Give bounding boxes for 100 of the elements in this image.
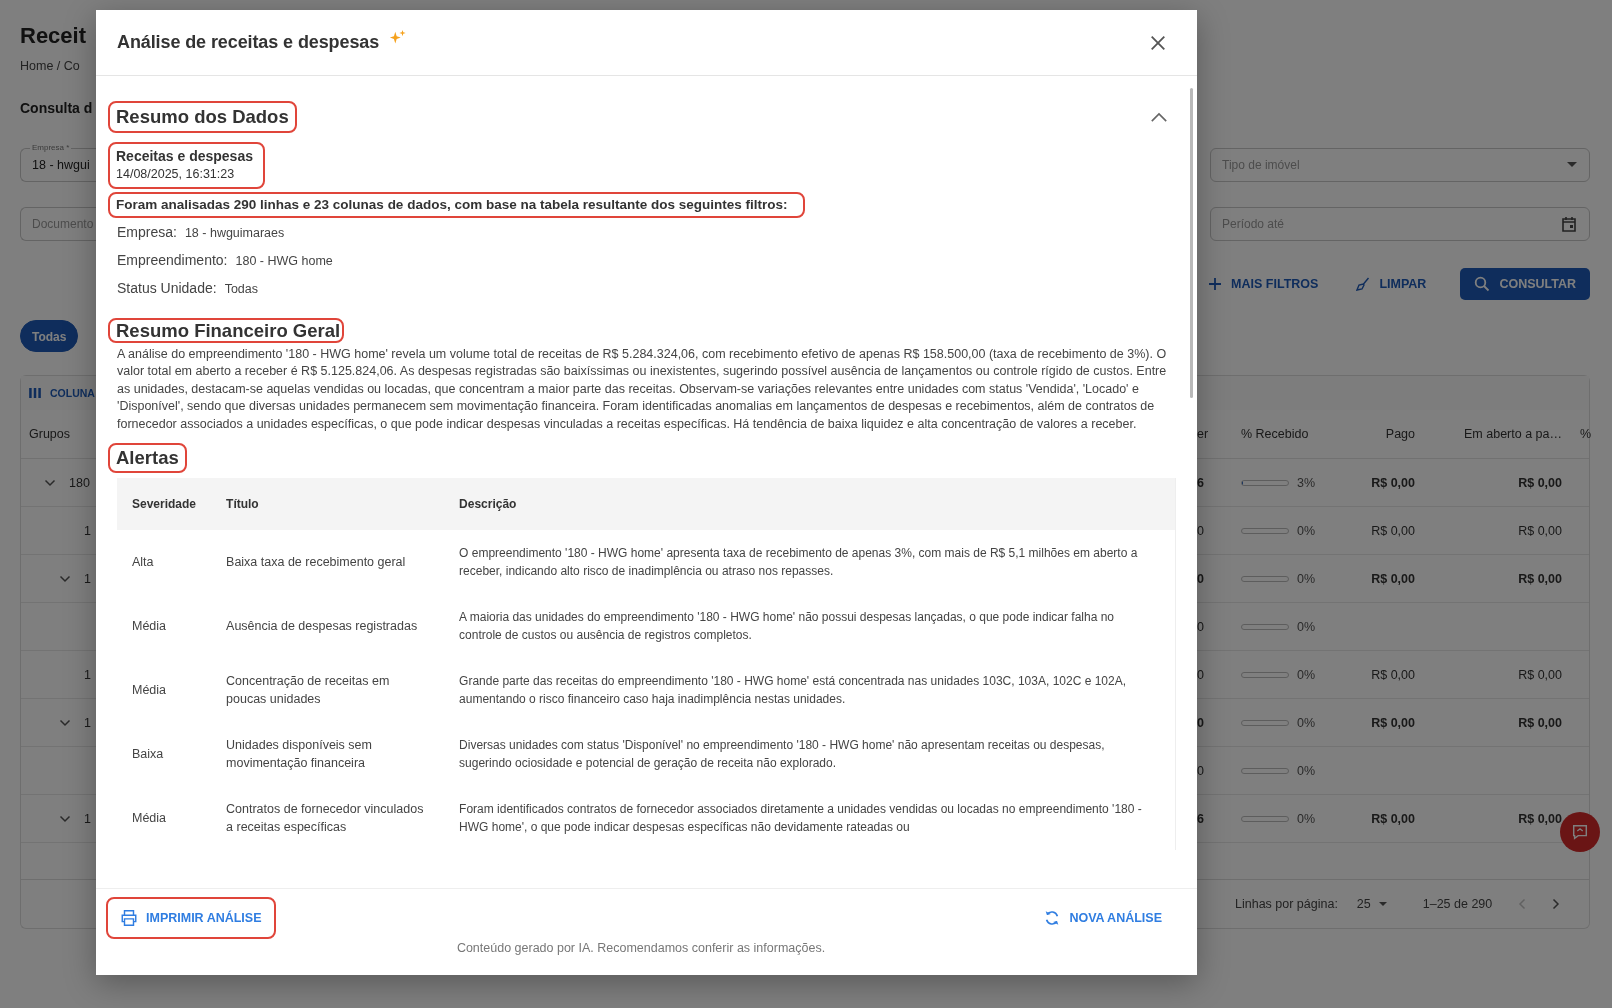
table-cell: R$ 0,00 bbox=[1371, 811, 1415, 826]
table-cell: R$ 0,00 bbox=[1518, 811, 1562, 826]
table-cell-text: 0 bbox=[1197, 619, 1205, 634]
percent-label: 3% bbox=[1297, 475, 1316, 490]
column-header: % bbox=[1579, 427, 1590, 441]
table-cell: R$ 0,00 bbox=[1371, 571, 1415, 586]
filter-label: Empresa: bbox=[117, 223, 177, 242]
action-button[interactable]: MAIS FILTROS bbox=[1204, 268, 1323, 300]
column-header: % Recebido bbox=[1241, 427, 1310, 441]
dropdown-caret-icon bbox=[1378, 901, 1387, 907]
chevron-up-icon bbox=[1150, 111, 1168, 123]
percent-label: 0% bbox=[1297, 667, 1316, 682]
column-header: Pago bbox=[1384, 427, 1415, 441]
table-cell: O empreendimento '180 - HWG home' apresenta taxa de recebimento de apenas 3%, com mais de R$ 5,1 milhões em aberto a receber, indicando alto risco de inadimplência ou atraso nos repasses. bbox=[444, 530, 1176, 595]
columns-button[interactable]: COLUNA bbox=[29, 387, 95, 399]
table-cell-text: 0 bbox=[1197, 523, 1205, 538]
table-cell: Diversas unidades com status 'Disponível' no empreendimento '180 - HWG home' não apresentam receitas ou despesas, sugerindo ociosidade e potencial de geração de receita não explorado. bbox=[444, 722, 1176, 787]
table-cell: R$ 0,00 bbox=[1518, 667, 1562, 682]
table-cell-text: Unidades disponíveis sem movimentação financeira bbox=[225, 737, 373, 773]
section-title: Alertas bbox=[116, 446, 179, 471]
chevron-down-icon[interactable] bbox=[59, 814, 71, 823]
table-cell: Grande parte das receitas do empreendimento '180 - HWG home' está concentrada nas unidades 103C, 103A, 102C e 102A, aumentando o risco financeiro caso haja inadimplência nestas unidades. bbox=[444, 658, 1176, 723]
dialog-title: Análise de receitas e despesas bbox=[117, 32, 380, 53]
filter-value: Todas bbox=[224, 281, 258, 298]
group-label: 180 bbox=[69, 475, 90, 490]
table-cell-text: 0 bbox=[1197, 571, 1205, 586]
table-cell: R$ 0,00 bbox=[1518, 715, 1562, 730]
table-cell-text: Concentração de receitas em poucas unidades bbox=[225, 673, 391, 709]
filter-chip[interactable]: Todas bbox=[20, 320, 79, 352]
dropdown-caret-icon bbox=[1567, 162, 1577, 168]
column-header: Severidade bbox=[117, 478, 212, 531]
page-range: 1–25 de 290 bbox=[1422, 897, 1493, 911]
close-icon bbox=[1149, 33, 1167, 52]
chat-button[interactable] bbox=[1560, 812, 1600, 852]
new-analysis-button[interactable]: NOVA ANÁLISE bbox=[1039, 905, 1166, 931]
table-cell: Foram identificados contratos de fornecedor associados diretamente a unidades vendidas ou locadas no empreendimento '180 - HWG home', o que pode indicar despesas específicas não devidamente rateadas ou bbox=[444, 786, 1176, 851]
column-header: Título bbox=[211, 478, 445, 531]
table-cell: R$ 0,00 bbox=[1371, 715, 1415, 730]
percent-label: 0% bbox=[1297, 763, 1316, 778]
table-cell: R$ 0,00 bbox=[1371, 667, 1415, 682]
analysis-scope-text: Foram analisadas 290 linhas e 23 colunas de dados, com base na tabela resultante dos seguintes filtros: bbox=[116, 196, 788, 214]
group-label: 1 bbox=[84, 811, 91, 826]
column-header: Grupos bbox=[28, 427, 70, 441]
progress-bar bbox=[1241, 479, 1289, 486]
table-cell-text: 0 bbox=[1197, 715, 1205, 730]
group-label: 1 bbox=[84, 715, 91, 730]
chevron-right-icon bbox=[1552, 898, 1561, 910]
table-cell: Baixa taxa de recebimento geral bbox=[211, 530, 445, 595]
section-title: Consulta d bbox=[20, 99, 93, 118]
table-cell-text: Baixa bbox=[131, 746, 165, 764]
table-cell: R$ 0,00 bbox=[1518, 523, 1562, 538]
disclaimer-text: Conteúdo gerado por IA. Recomendamos conferir as informações. bbox=[456, 941, 826, 955]
group-label: 1 bbox=[84, 523, 91, 538]
percent-label: 0% bbox=[1297, 811, 1316, 826]
report-name: Receitas e despesas bbox=[116, 147, 253, 165]
table-cell: R$ 0,00 bbox=[1371, 523, 1415, 538]
report-timestamp: 14/08/2025, 16:31:23 bbox=[116, 166, 236, 183]
filter-value: 180 - HWG home bbox=[235, 253, 333, 270]
breadcrumb: Home / Co bbox=[20, 58, 80, 74]
table-cell: A maioria das unidades do empreendimento '180 - HWG home' não possui despesas lançadas, o que pode indicar falha no controle de custos ou ausência de registros completos. bbox=[444, 594, 1176, 659]
search-button[interactable]: CONSULTAR bbox=[1460, 268, 1590, 300]
rows-per-page-label: Linhas por página: bbox=[1235, 897, 1338, 911]
filter-label: Status Unidade: bbox=[117, 279, 217, 298]
print-button[interactable]: IMPRIMIR ANÁLISE bbox=[116, 905, 266, 931]
search-icon bbox=[1474, 276, 1491, 292]
table-cell: R$ 0,00 bbox=[1371, 475, 1415, 490]
action-button[interactable]: LIMPAR bbox=[1352, 268, 1431, 300]
table-cell-text: Ausência de despesas registradas bbox=[225, 618, 419, 636]
table-cell: R$ 0,00 bbox=[1518, 571, 1562, 586]
chevron-down-icon[interactable] bbox=[59, 574, 71, 583]
chat-icon bbox=[1571, 823, 1589, 841]
table-cell-text: Média bbox=[131, 810, 168, 828]
page-title: Receit bbox=[20, 22, 87, 50]
table-cell: Alta bbox=[117, 530, 212, 595]
table-cell: R$ 0,00 bbox=[1518, 475, 1562, 490]
filter-label: Empreendimento: bbox=[117, 251, 228, 270]
percent-label: 0% bbox=[1297, 619, 1316, 634]
percent-label: 0% bbox=[1297, 715, 1316, 730]
column-header: Descrição bbox=[444, 478, 1176, 531]
filter-value: 18 - hwguimaraes bbox=[184, 225, 285, 242]
group-label: 1 bbox=[84, 571, 91, 586]
chevron-down-icon[interactable] bbox=[44, 478, 56, 487]
table-cell-text: Média bbox=[131, 618, 168, 636]
section-title: Resumo dos Dados bbox=[116, 105, 289, 129]
printer-icon bbox=[120, 909, 138, 927]
summary-paragraph: A análise do empreendimento '180 - HWG home' revela um volume total de receitas de R$ 5.284.324,06, com recebimento efetivo de apenas R$ 158.500,00 (taxa de recebimento de 3%). O valor total em aberto a receber é R$ 5.125.824,06. As despesas registradas são baixíssimas ou inexistentes, sugerindo possível ausência de lançamentos ou controle rígido de custos. Entre as unidades, destacam-se aquelas vendidas ou locadas, que concentram a maior parte das receitas. Observam-se variações relevantes entre unidades com status 'Vendida', 'Locado' e 'Disponível', sendo que diversas unidades permanecem sem movimentação financeira. Foram identificadas anomalias em lançamentos de despesas e recebimentos, além de contratos de fornecedor associados a unidades específicas, o que pode indicar despesas vinculadas a receitas específicas. Há tendência de baixa liquidez e alta concentração de valores a receber. bbox=[117, 346, 1168, 433]
broom-icon bbox=[1356, 277, 1371, 291]
table-cell-text: 0 bbox=[1197, 763, 1205, 778]
plus-icon bbox=[1208, 277, 1223, 291]
table-cell-text: 6 bbox=[1197, 811, 1205, 826]
column-header: Em aberto a pa… bbox=[1463, 427, 1562, 441]
table-cell-text: 0 bbox=[1197, 667, 1205, 682]
columns-icon bbox=[29, 388, 41, 398]
table-cell-text: Contratos de fornecedor vinculados a receitas específicas bbox=[225, 801, 425, 837]
chevron-down-icon[interactable] bbox=[59, 718, 71, 727]
rows-per-page-select[interactable]: 25 bbox=[1356, 897, 1387, 911]
table-cell-text: Média bbox=[131, 682, 168, 700]
column-header: er bbox=[1197, 427, 1210, 441]
percent-label: 0% bbox=[1297, 571, 1316, 586]
table-cell-text: 6 bbox=[1197, 475, 1205, 490]
